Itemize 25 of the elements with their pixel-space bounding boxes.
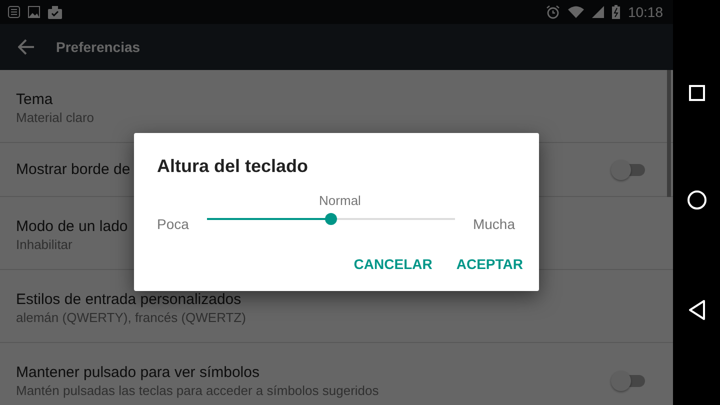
slider-value: Normal — [319, 193, 361, 208]
setting-title: Mantener pulsado para ver símbolos — [16, 364, 260, 381]
square-icon[interactable] — [688, 84, 704, 101]
setting-title: Estilos de entrada personalizados — [16, 291, 242, 308]
signal-icon — [592, 6, 604, 18]
status-time: 10:18 — [628, 4, 663, 20]
app-bar-title: Preferencias — [56, 39, 140, 55]
image-icon — [28, 6, 40, 18]
slider-thumb[interactable] — [324, 213, 337, 225]
max-label: Mucha — [472, 216, 515, 232]
setting-title: Tema — [16, 91, 53, 108]
min-label: Poca — [157, 216, 189, 232]
back-arrow-icon[interactable] — [18, 39, 34, 55]
alarm-icon — [546, 5, 560, 19]
notes-icon — [8, 6, 20, 18]
setting-title: Modo de un lado — [16, 218, 128, 235]
back-icon[interactable] — [688, 300, 704, 320]
wifi-icon — [568, 6, 584, 18]
toggle-switch[interactable] — [611, 160, 647, 180]
clipboard-check-icon — [48, 6, 62, 18]
battery-icon — [612, 5, 620, 19]
home-icon[interactable] — [686, 190, 706, 210]
toggle-switch[interactable] — [611, 371, 647, 391]
dialog-title: Altura del teclado — [157, 156, 310, 177]
setting-title: Mostrar borde de — [16, 161, 130, 178]
